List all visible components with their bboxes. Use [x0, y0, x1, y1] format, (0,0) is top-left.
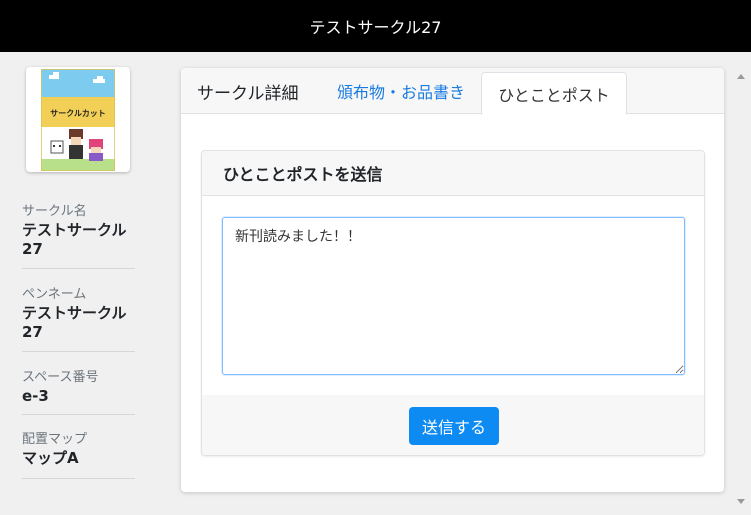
top-bar: テストサークル27	[0, 0, 751, 52]
pen-name-value: テストサークル27	[22, 304, 127, 341]
circle-name-field: サークル名 テストサークル27	[22, 204, 135, 269]
pen-name-field: ペンネーム テストサークル27	[22, 287, 135, 352]
tab-circle-details[interactable]: サークル詳細	[197, 68, 299, 114]
circle-name-label: サークル名	[22, 204, 87, 219]
circle-cut-text: サークルカット	[50, 108, 106, 118]
post-message-input[interactable]	[222, 217, 685, 375]
space-number-value: e-3	[22, 387, 49, 405]
post-form-title: ひとことポストを送信	[202, 151, 704, 196]
space-number-label: スペース番号	[22, 370, 99, 385]
pen-name-label: ペンネーム	[22, 287, 87, 302]
scroll-down-arrow-icon[interactable]	[737, 499, 745, 504]
tab-bar: サークル詳細 頒布物・お品書き ひとことポスト	[181, 68, 724, 115]
post-form-panel: ひとことポストを送信 送信する	[201, 150, 705, 456]
map-field: 配置マップ マップA	[22, 432, 135, 479]
circle-cut-thumbnail[interactable]: サークルカット	[26, 67, 130, 172]
tab-distribution-items[interactable]: 頒布物・お品書き	[337, 68, 465, 114]
sidebar: サークルカット サークル名 テストサークル27 ペンネーム テストサークル27 …	[0, 52, 158, 515]
detail-card: サークル詳細 頒布物・お品書き ひとことポスト ひとことポストを送信 送信する	[181, 68, 724, 492]
circle-name-value: テストサークル27	[22, 221, 127, 258]
map-label: 配置マップ	[22, 432, 88, 447]
scroll-up-arrow-icon[interactable]	[737, 74, 745, 79]
circle-cut-image: サークルカット	[41, 68, 115, 171]
tab-short-post[interactable]: ひとことポスト	[481, 72, 627, 115]
page-title: テストサークル27	[309, 18, 442, 37]
map-value: マップA	[22, 449, 79, 467]
post-form-footer: 送信する	[202, 395, 704, 455]
space-number-field: スペース番号 e-3	[22, 370, 135, 415]
send-button[interactable]: 送信する	[409, 407, 499, 445]
